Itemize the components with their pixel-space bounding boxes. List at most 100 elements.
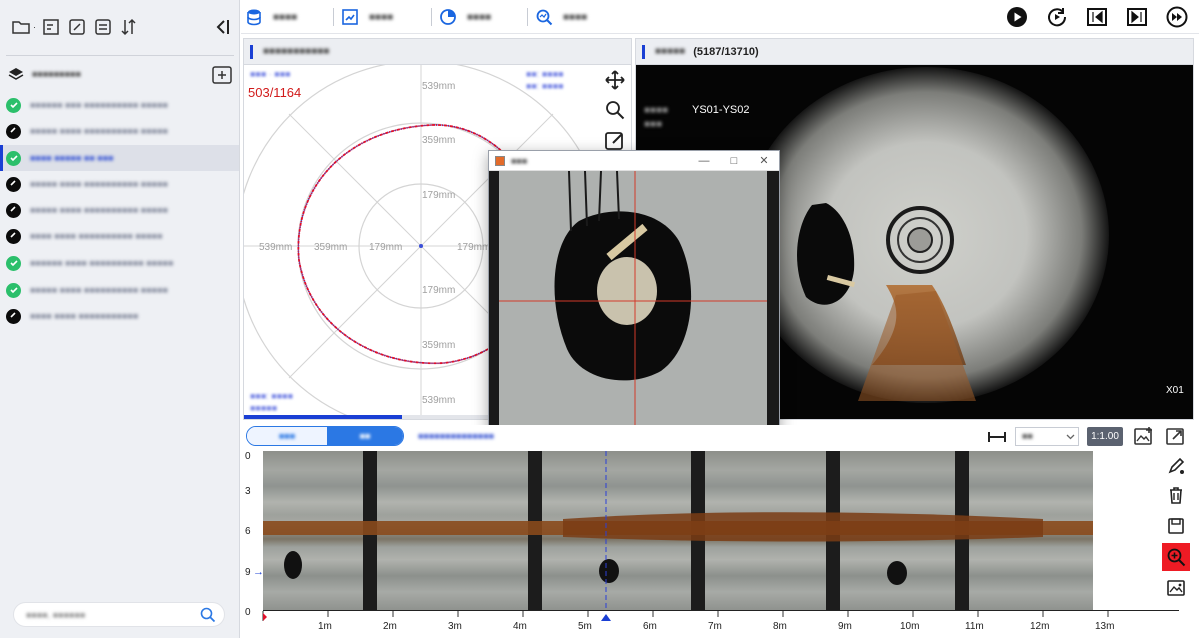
close-icon[interactable]: ✕ (757, 154, 771, 168)
move-icon[interactable] (604, 69, 626, 91)
pen-tool-button[interactable] (1162, 452, 1190, 480)
tag-icon (6, 202, 21, 218)
tree-item-label: ■■■■ ■■■■ ■■■■■■■■■■■ (30, 311, 139, 321)
image-export-icon[interactable] (1133, 426, 1155, 448)
replay-button[interactable] (1046, 6, 1068, 28)
play-button[interactable] (1006, 6, 1028, 28)
tree-item-label: ■■■■■ ■■■■ ■■■■■■■■■■ ■■■■■ (30, 205, 168, 215)
x-tick-label: 1m (318, 621, 332, 632)
x-tick-label: 12m (1030, 621, 1050, 632)
tree-item[interactable]: ■■■■ ■■■■ ■■■■■■■■■■ ■■■■■ (0, 223, 239, 249)
strip-info: ■■■■■■■■■■■■■■ (418, 431, 495, 441)
corner-info: ■■: ■■■■ (526, 69, 564, 79)
settings-list-icon[interactable] (92, 16, 114, 38)
axis-label-left: 179mm (369, 242, 402, 253)
y-tick-label: 3 (245, 486, 251, 497)
strip-image[interactable] (263, 451, 1093, 611)
hole-defect (887, 561, 907, 585)
center-point (419, 244, 423, 248)
toolbar-button-database[interactable]: ■■■■ (245, 6, 297, 28)
zoom-image[interactable] (489, 171, 779, 435)
axis-label-right: 179mm (457, 242, 490, 253)
replay-icon (1048, 8, 1067, 27)
defect-zoom-window[interactable]: ■■■ — □ ✕ (488, 150, 780, 436)
frame-counter: 503/1164 (248, 85, 301, 100)
tag-icon (6, 123, 21, 139)
snapshot-button[interactable] (1162, 574, 1190, 602)
position-marker[interactable] (601, 614, 611, 621)
toolbar-button-label: ■■■■ (467, 11, 492, 23)
annotate-icon[interactable] (604, 129, 626, 151)
tree-item[interactable]: ■■■■■■ ■■■ ■■■■■■■■■■ ■■■■■ (0, 92, 239, 118)
previous-frame-icon (1087, 8, 1107, 26)
ring-label-top: 359mm (422, 135, 455, 146)
delete-button[interactable] (1162, 481, 1190, 509)
tag-icon (6, 308, 21, 324)
polar-tools (604, 69, 626, 151)
open-folder-icon[interactable] (10, 16, 32, 38)
previous-frame-button[interactable] (1086, 6, 1108, 28)
minimize-icon[interactable]: — (697, 154, 711, 168)
collapse-sidebar-icon[interactable] (213, 17, 231, 40)
edit-list-icon[interactable] (40, 16, 62, 38)
search-input[interactable]: ■■■■, ■■■■■■ (13, 602, 225, 627)
tag-icon (6, 176, 21, 192)
zoom-icon[interactable] (604, 99, 626, 121)
scale-select[interactable]: ■■ (1015, 427, 1079, 446)
toolbar-separator (527, 8, 528, 26)
maximize-icon[interactable]: □ (727, 154, 741, 168)
zoom-ratio-button[interactable]: 1:1.00 (1087, 427, 1123, 446)
tree-item[interactable]: ■■■■■ ■■■■ ■■■■■■■■■■ ■■■■■ (0, 118, 239, 144)
fullscreen-icon[interactable] (1165, 426, 1187, 448)
mode-option-a[interactable]: ■■■ (247, 427, 327, 445)
overlay-info: ■■■■ (644, 105, 668, 116)
check-icon (6, 282, 21, 298)
sort-icon[interactable] (118, 16, 140, 38)
ring-label-top: 539mm (422, 81, 455, 92)
fast-forward-button[interactable] (1166, 6, 1188, 28)
next-frame-button[interactable] (1126, 6, 1148, 28)
tree-item[interactable]: ■■■■■■ ■■■■ ■■■■■■■■■■ ■■■■■ (0, 250, 239, 276)
add-project-icon[interactable] (212, 66, 232, 87)
tree-item-label: ■■■■■ ■■■■ ■■■■■■■■■■ ■■■■■ (30, 285, 168, 295)
toolbar-button-statistics[interactable]: ■■■■ (439, 6, 491, 28)
ring-label-bottom: 539mm (422, 395, 455, 406)
strip-toolbar: ■■■ ■■ ■■■■■■■■■■■■■■ ■■ 1:1.00 (243, 425, 1194, 449)
hole-defect (284, 551, 302, 579)
tree-item-label: ■■■■ ■■■■■ ■■ ■■■ (30, 153, 114, 163)
toolbar-button-report[interactable]: ■■■■ (341, 6, 393, 28)
view-mode-toggle[interactable]: ■■■ ■■ (246, 426, 404, 446)
overlay-label: YS01-YS02 (692, 104, 749, 116)
check-icon (6, 150, 21, 166)
popup-titlebar[interactable]: ■■■ — □ ✕ (489, 151, 779, 171)
mode-option-b[interactable]: ■■ (327, 427, 403, 445)
project-root[interactable]: ■■■■■■■■■ (8, 66, 81, 82)
x-tick-label: 2m (383, 621, 397, 632)
start-marker (263, 613, 267, 621)
save-button[interactable] (1162, 512, 1190, 540)
check-icon (6, 97, 21, 113)
tree-item[interactable]: ■■■■■ ■■■■ ■■■■■■■■■■ ■■■■■ (0, 171, 239, 197)
tree-item-selected[interactable]: ■■■■ ■■■■■ ■■ ■■■ (0, 145, 239, 171)
corner-info: ■■■■■ (250, 403, 277, 413)
layers-icon (8, 68, 24, 80)
unrolled-pipe-strip[interactable]: 0 3 6 9 0 → 1m 2m 3m 4m 5m 6m 7m 8m 9m 1… (243, 449, 1179, 635)
tree-item[interactable]: ■■■■■ ■■■■ ■■■■■■■■■■ ■■■■■ (0, 197, 239, 223)
zoom-tool-button[interactable] (1162, 543, 1190, 571)
search-placeholder: ■■■■, ■■■■■■ (26, 609, 86, 620)
polar-progress-fill (244, 415, 402, 419)
corner-info: ■■■: ■■■■ (250, 391, 293, 401)
tree-item[interactable]: ■■■■ ■■■■ ■■■■■■■■■■■ (0, 303, 239, 329)
search-icon[interactable] (200, 607, 216, 623)
x-tick-label: 9m (838, 621, 852, 632)
project-root-label: ■■■■■■■■■ (32, 69, 81, 79)
edit-icon[interactable] (66, 16, 88, 38)
popup-title: ■■■ (511, 155, 528, 166)
image-icon (1167, 580, 1185, 596)
toolbar-button-analysis[interactable]: ■■■■ (535, 6, 587, 28)
tree-item[interactable]: ■■■■■ ■■■■ ■■■■■■■■■■ ■■■■■ (0, 277, 239, 303)
camera-panel-header: ■■■■■ (5187/13710) (636, 39, 1193, 65)
measure-icon[interactable] (987, 429, 1007, 445)
toolbar-button-label: ■■■■ (563, 11, 588, 23)
toolbar-button-label: ■■■■ (273, 11, 298, 23)
